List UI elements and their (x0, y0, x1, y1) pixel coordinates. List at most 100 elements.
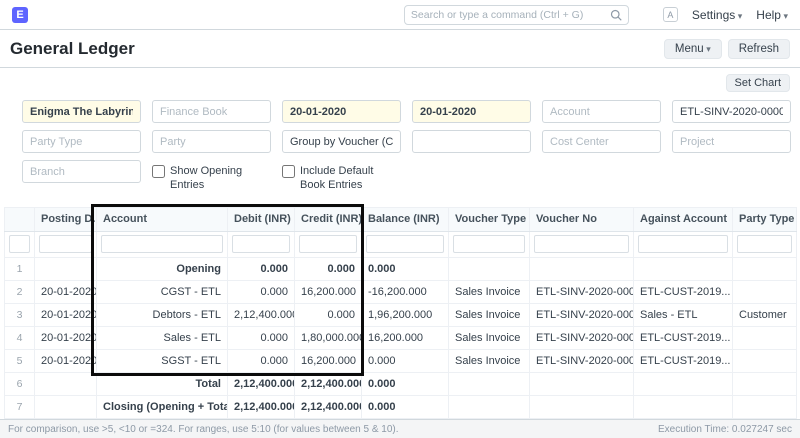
cell-debit: 0.000 (228, 326, 295, 349)
menu-button[interactable]: Menu (664, 39, 722, 59)
branch-filter[interactable] (22, 160, 141, 183)
column-filter-party-type[interactable] (737, 235, 792, 253)
cell-account: Debtors - ETL (97, 303, 228, 326)
header-debit[interactable]: Debit (INR) (228, 207, 295, 231)
cell-against-account: ETL-CUST-2019... (634, 326, 733, 349)
show-opening-entries-option[interactable]: Show Opening Entries (152, 160, 271, 193)
cell-posting-date: 20-01-2020 (35, 303, 97, 326)
cell-balance: 16,200.000 (362, 326, 449, 349)
from-date-filter[interactable] (282, 100, 401, 123)
cell-against-account (634, 257, 733, 280)
cell-account: SGST - ETL (97, 349, 228, 372)
cell-balance: 0.000 (362, 257, 449, 280)
cell-balance: 1,96,200.000 (362, 303, 449, 326)
filter-cell-voucher-no (530, 231, 634, 257)
set-chart-button[interactable]: Set Chart (726, 74, 790, 92)
status-bar: For comparison, use >5, <10 or =324. For… (0, 419, 800, 438)
cell-voucher-type: Sales Invoice (449, 349, 530, 372)
report-table-wrapper: Posting D... Account Debit (INR) Credit … (4, 207, 796, 419)
cell-party-type (733, 257, 797, 280)
header-against-account[interactable]: Against Account (634, 207, 733, 231)
cell-posting-date: 20-01-2020 (35, 280, 97, 303)
include-default-book-entries-option[interactable]: Include Default Book Entries (282, 160, 401, 193)
finance-book-filter[interactable] (152, 100, 271, 123)
to-date-filter[interactable] (412, 100, 531, 123)
table-row[interactable]: 420-01-2020Sales - ETL0.0001,80,000.0001… (5, 326, 797, 349)
project-filter[interactable] (672, 130, 791, 153)
show-opening-entries-checkbox[interactable] (152, 165, 165, 178)
cell-account: CGST - ETL (97, 280, 228, 303)
cell-voucher-no: ETL-SINV-2020-00001 (530, 303, 634, 326)
company-filter[interactable] (22, 100, 141, 123)
party-filter[interactable] (152, 130, 271, 153)
cell-credit: 2,12,400.000 (295, 372, 362, 395)
header-credit[interactable]: Credit (INR) (295, 207, 362, 231)
row-index: 6 (5, 372, 35, 395)
cell-against-account: ETL-CUST-2019... (634, 280, 733, 303)
column-filter-voucher-no[interactable] (534, 235, 629, 253)
page-title: General Ledger (10, 39, 135, 59)
filter-cell-against-account (634, 231, 733, 257)
cell-voucher-type: Sales Invoice (449, 303, 530, 326)
table-row[interactable]: 1Opening0.0000.0000.000 (5, 257, 797, 280)
cell-voucher-no: ETL-SINV-2020-00001 (530, 349, 634, 372)
filter-section: Show Opening Entries Include Default Boo… (0, 94, 800, 201)
page-header: General Ledger Menu Refresh (0, 30, 800, 68)
search-input[interactable] (411, 9, 606, 21)
page-actions: Menu Refresh (664, 39, 790, 59)
cell-voucher-type (449, 395, 530, 418)
cell-debit: 0.000 (228, 349, 295, 372)
header-voucher-type[interactable]: Voucher Type (449, 207, 530, 231)
table-row[interactable]: 220-01-2020CGST - ETL0.00016,200.000-16,… (5, 280, 797, 303)
column-filter-balance[interactable] (366, 235, 444, 253)
table-row[interactable]: 6Total2,12,400.0002,12,400.0000.000 (5, 372, 797, 395)
row-index: 1 (5, 257, 35, 280)
cell-posting-date (35, 395, 97, 418)
cell-posting-date: 20-01-2020 (35, 349, 97, 372)
cell-credit: 16,200.000 (295, 349, 362, 372)
table-header-row: Posting D... Account Debit (INR) Credit … (5, 207, 797, 231)
filter-cell-index (5, 231, 35, 257)
header-party-type[interactable]: Party Type (733, 207, 797, 231)
party-type-filter[interactable] (22, 130, 141, 153)
column-filter-posting-date[interactable] (39, 235, 92, 253)
column-filter-account[interactable] (101, 235, 223, 253)
header-balance[interactable]: Balance (INR) (362, 207, 449, 231)
column-filter-debit[interactable] (232, 235, 290, 253)
user-avatar[interactable]: A (663, 7, 678, 22)
filter-cell-posting-date (35, 231, 97, 257)
column-filter-credit[interactable] (299, 235, 357, 253)
empty-filter[interactable] (412, 130, 531, 153)
cell-party-type (733, 326, 797, 349)
header-posting-date[interactable]: Posting D... (35, 207, 97, 231)
settings-menu[interactable]: Settings (692, 8, 742, 22)
voucher-no-filter[interactable] (672, 100, 791, 123)
table-row[interactable]: 520-01-2020SGST - ETL0.00016,200.0000.00… (5, 349, 797, 372)
header-voucher-no[interactable]: Voucher No (530, 207, 634, 231)
header-account[interactable]: Account (97, 207, 228, 231)
table-row[interactable]: 320-01-2020Debtors - ETL2,12,400.0000.00… (5, 303, 797, 326)
filter-cell-debit (228, 231, 295, 257)
row-index: 7 (5, 395, 35, 418)
execution-time: Execution Time: 0.027247 sec (658, 424, 792, 435)
cell-account: Sales - ETL (97, 326, 228, 349)
column-filter-voucher-type[interactable] (453, 235, 525, 253)
include-default-book-entries-checkbox[interactable] (282, 165, 295, 178)
navbar-right: A Settings Help (663, 7, 788, 22)
account-filter[interactable] (542, 100, 661, 123)
group-by-filter[interactable] (282, 130, 401, 153)
row-index: 2 (5, 280, 35, 303)
help-menu[interactable]: Help (756, 8, 788, 22)
cell-account: Total (97, 372, 228, 395)
cost-center-filter[interactable] (542, 130, 661, 153)
global-search[interactable] (404, 5, 629, 25)
table-row[interactable]: 7Closing (Opening + Total)2,12,400.0002,… (5, 395, 797, 418)
cell-posting-date (35, 257, 97, 280)
filter-cell-voucher-type (449, 231, 530, 257)
cell-party-type (733, 372, 797, 395)
app-logo[interactable]: E (12, 7, 28, 23)
column-filter-against-account[interactable] (638, 235, 728, 253)
column-filter-index[interactable] (9, 235, 30, 253)
cell-balance: -16,200.000 (362, 280, 449, 303)
refresh-button[interactable]: Refresh (728, 39, 790, 59)
